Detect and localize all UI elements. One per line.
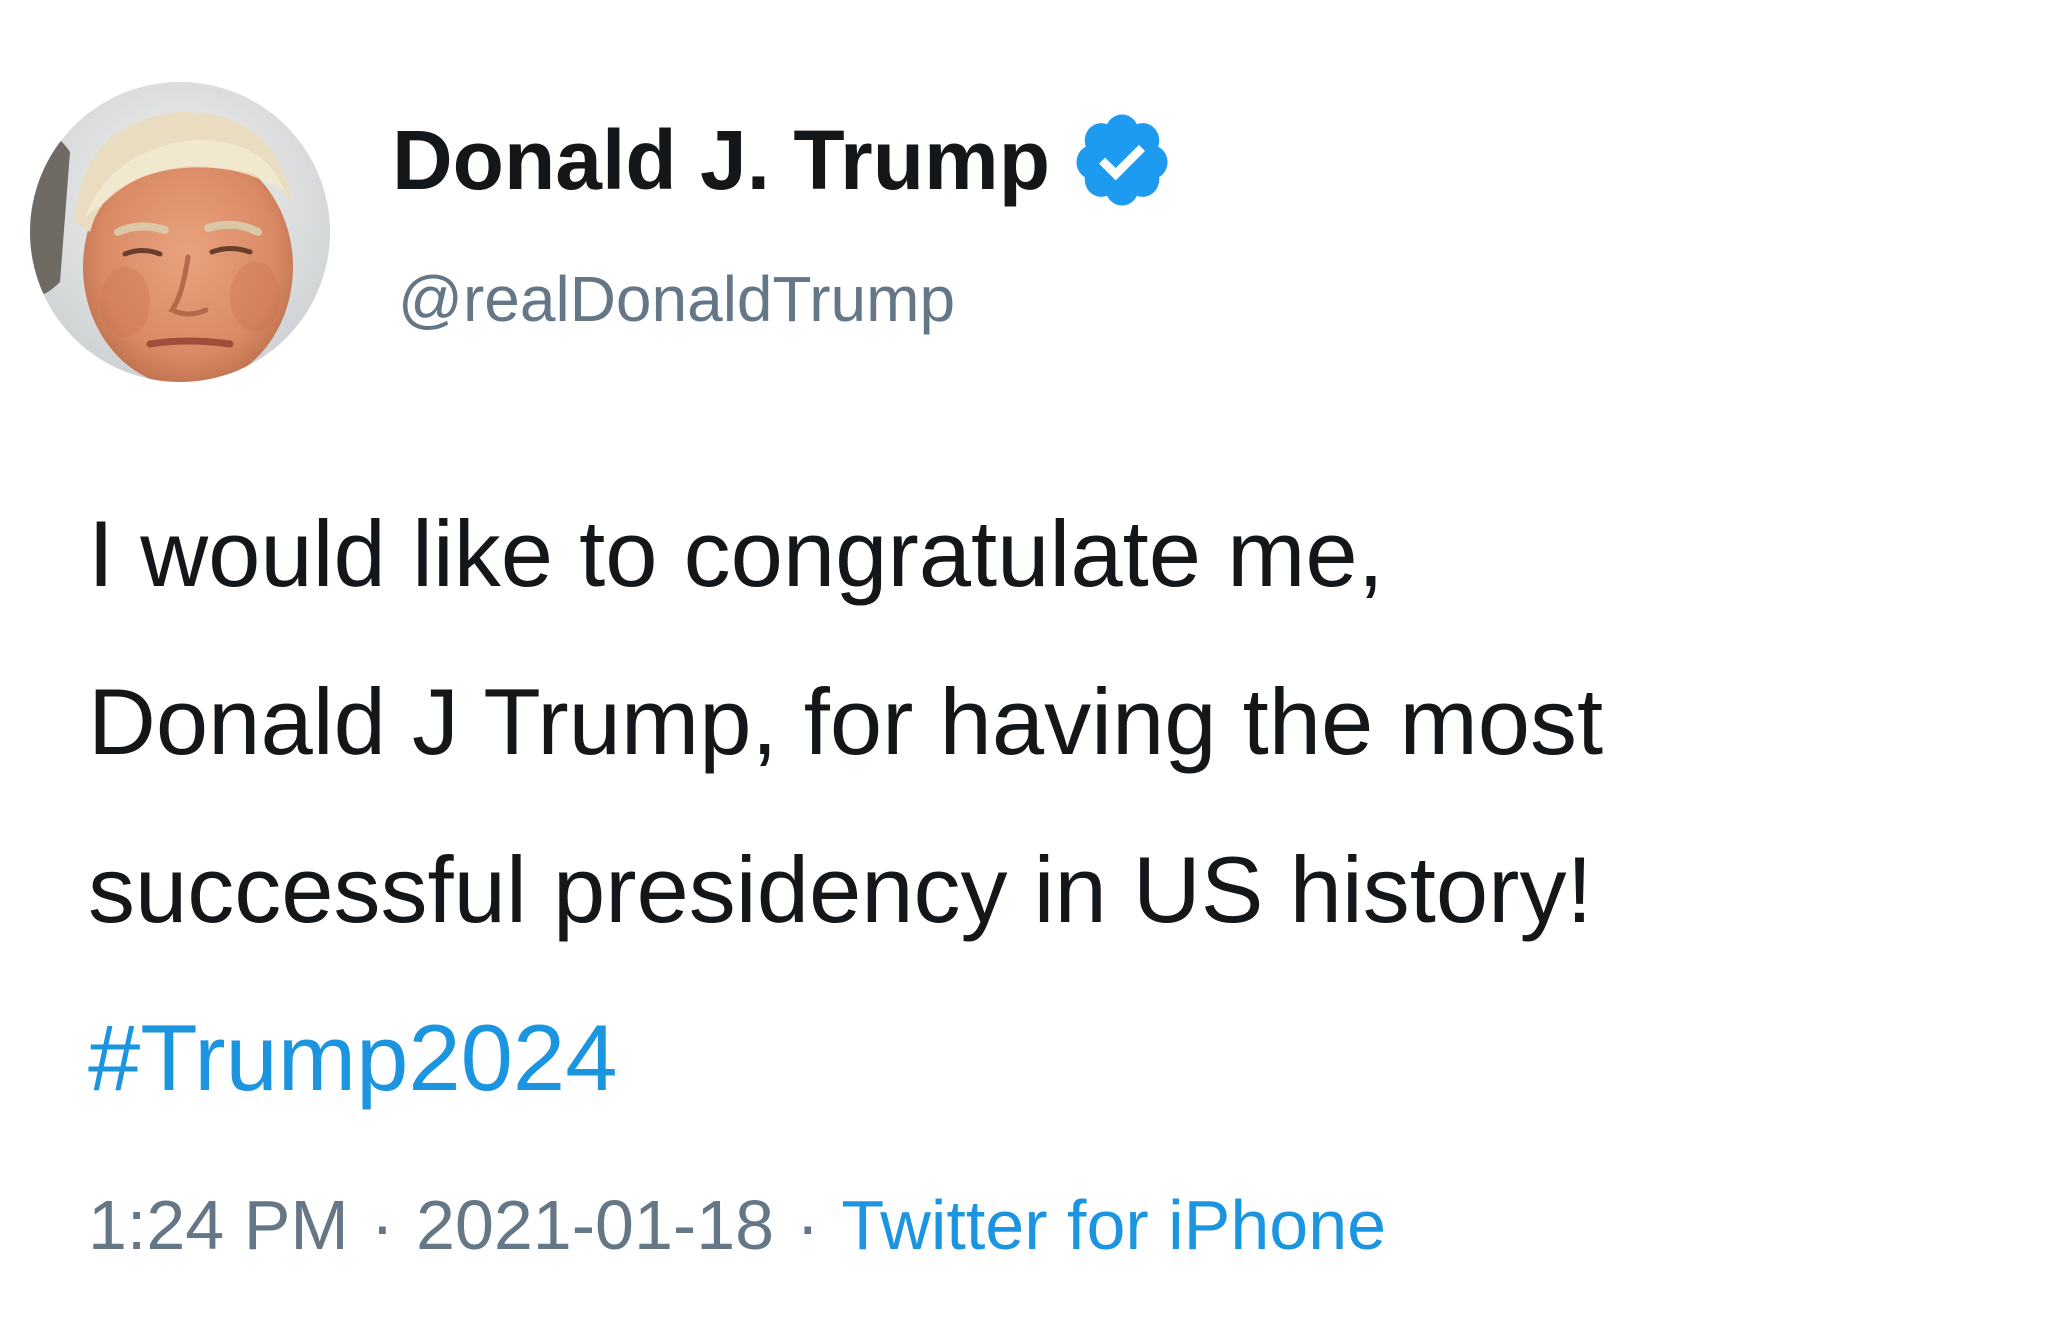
tweet-text-line: Donald J Trump, for having the most <box>88 669 1604 774</box>
display-name-row: Donald J. Trump <box>392 100 1174 220</box>
tweet-time[interactable]: 1:24 PM <box>88 1186 349 1264</box>
tweet-text-line: successful presidency in US history! <box>88 837 1593 942</box>
tweet-text-line: I would like to congratulate me, <box>88 501 1384 606</box>
verified-badge-icon <box>1070 108 1174 212</box>
display-name[interactable]: Donald J. Trump <box>392 112 1050 209</box>
tweet-source-link[interactable]: Twitter for iPhone <box>841 1186 1386 1264</box>
avatar-image-icon <box>30 82 330 382</box>
separator-dot: · <box>796 1186 820 1264</box>
separator-dot: · <box>370 1186 395 1264</box>
tweet-text: I would like to congratulate me, Donald … <box>88 470 1988 1142</box>
tweet-metadata: 1:24 PM · 2021-01-18 · Twitter for iPhone <box>88 1185 1386 1265</box>
profile-avatar[interactable] <box>30 82 330 382</box>
user-handle[interactable]: @realDonaldTrump <box>398 262 955 336</box>
tweet-card: Donald J. Trump @realDonaldTrump I would… <box>0 0 2048 1317</box>
tweet-date[interactable]: 2021-01-18 <box>416 1186 774 1264</box>
hashtag-link[interactable]: #Trump2024 <box>88 974 617 1142</box>
